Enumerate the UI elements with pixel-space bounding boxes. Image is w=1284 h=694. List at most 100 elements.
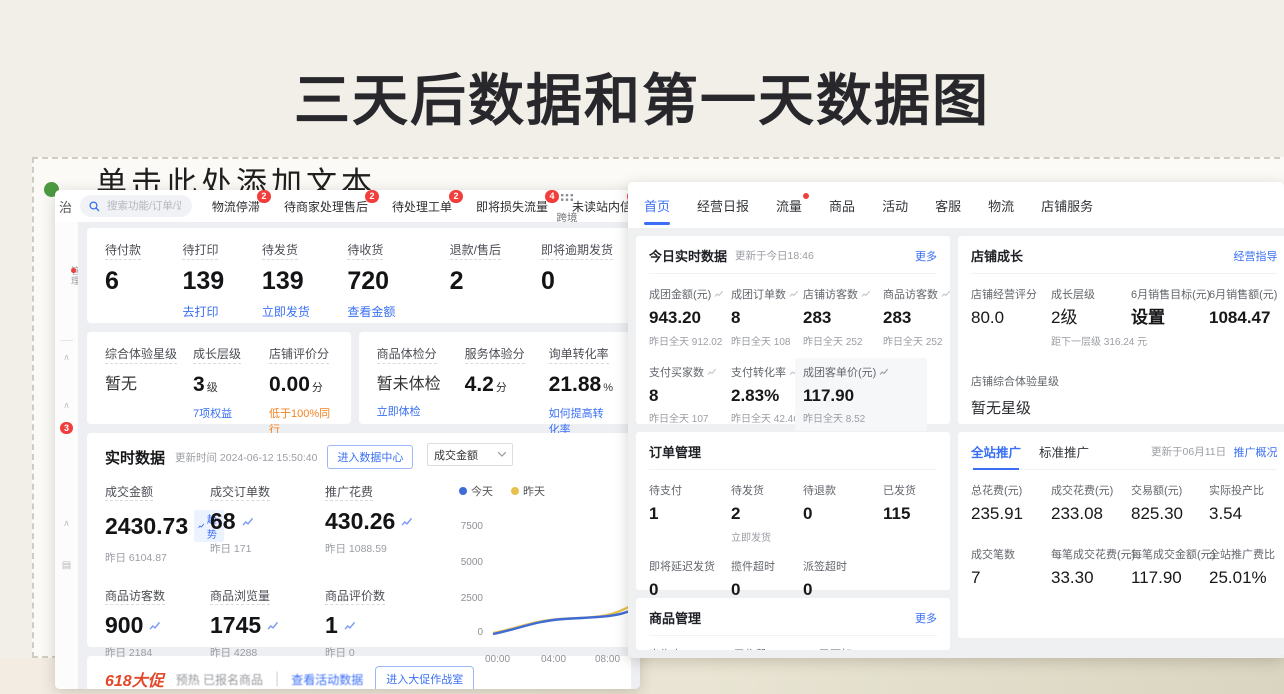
stat-to-ship: 待发货2立即发货: [731, 482, 803, 544]
view-amount-link[interactable]: 查看金额: [347, 303, 449, 320]
tab-customer-service[interactable]: 客服: [935, 196, 961, 215]
trend-icon: [861, 290, 871, 298]
red-dot-badge: [803, 193, 809, 199]
tab-activities[interactable]: 活动: [882, 196, 908, 215]
stat-pay-conversion: 支付转化率2.83%昨日全天 42.46%: [731, 364, 803, 426]
goods-offshelf-label: 已下架: [819, 646, 852, 650]
search-bar[interactable]: [80, 195, 192, 217]
legend-yesterday[interactable]: 昨天: [511, 483, 545, 499]
slide-title: 三天后数据和第一天数据图: [0, 56, 1284, 137]
nav-logistics-stalled[interactable]: 物流停滞2: [212, 198, 260, 215]
tab-logistics[interactable]: 物流: [988, 196, 1014, 215]
check-now-link[interactable]: 立即体检: [377, 403, 465, 419]
stat-refund-aftersale: 退款/售后2: [450, 241, 541, 310]
stat-overdue-ship: 即将逾期发货0: [541, 241, 613, 310]
growth-title: 店铺成长: [971, 246, 1023, 265]
rail-red-dot: [71, 268, 76, 273]
tab-home[interactable]: 首页: [644, 196, 670, 215]
promo-overview-link[interactable]: 推广概况: [1233, 444, 1277, 460]
trend-icon: [941, 290, 951, 298]
tab-shop-services[interactable]: 店铺服务: [1041, 196, 1093, 215]
badge-count: 2: [257, 190, 271, 203]
trend-icon[interactable]: [401, 517, 413, 527]
stat-total-cost: 总花费(元)235.91: [971, 482, 1051, 524]
slide-canvas: 三天后数据和第一天数据图 单击此处添加文本 治 物流停滞2 待商家处理售后2 待…: [0, 0, 1284, 694]
promo-button[interactable]: 进入大促作战室: [375, 666, 474, 689]
tab-products[interactable]: 商品: [829, 196, 855, 215]
today-realtime-card: 今日实时数据 更新于今日18:46 更多 成团金额(元)943.20昨日全天 9…: [636, 236, 950, 424]
stat-shop-score: 店铺经营评分80.0: [971, 286, 1051, 348]
stat-pending-print: 待打印139去打印: [182, 241, 261, 310]
order-management-card: 订单管理 待支付1 待发货2立即发货 待退款0 已发货115 即将延迟发货0 揽…: [636, 432, 950, 590]
stat-growth-level: 成长层级3级7项权益: [193, 345, 269, 411]
rail-chevron-up-icon[interactable]: ∧: [55, 400, 78, 411]
ship-now-link[interactable]: 立即发货: [731, 529, 803, 544]
promo-updated: 更新于06月11日: [1151, 444, 1226, 459]
trend-icon: [198, 522, 205, 530]
rail-tool-icon[interactable]: ▤: [55, 560, 78, 571]
trend-icon: [789, 290, 799, 298]
realtime-metrics: 成交金额 2430.73 趋势 昨日 6104.87 成交订单数 68 昨日 1…: [105, 483, 457, 660]
nav-traffic-loss[interactable]: 即将损失流量4: [476, 198, 548, 215]
stat-pending-payment: 待付款6: [105, 241, 182, 310]
goods-more-link[interactable]: 更多: [915, 610, 937, 626]
data-center-button[interactable]: 进入数据中心: [327, 445, 413, 469]
stat-shop-rating: 店铺评价分0.00分低于100%同行: [269, 345, 333, 411]
experience-row: 综合体验星级暂无 成长层级3级7项权益 店铺评价分0.00分低于100%同行 商…: [87, 332, 631, 424]
trend-icon[interactable]: [242, 517, 254, 527]
stat-unpaid: 待支付1: [649, 482, 731, 544]
rail-badge: 3: [60, 422, 73, 434]
nav-pending-workorder[interactable]: 待处理工单2: [392, 198, 452, 215]
goods-soldout-label: 已售罄: [734, 646, 767, 650]
left-dashboard-window: 治 物流停滞2 待商家处理售后2 待处理工单2 即将损失流量4 未读站内信68 …: [55, 190, 640, 689]
promo-badge: 618大促: [105, 667, 164, 689]
stat-shop-visitors: 店铺访客数283昨日全天 252: [803, 286, 883, 348]
stat-deal-orders: 成团订单数8昨日全天 108: [731, 286, 803, 348]
corner-widget[interactable]: 跨境: [552, 191, 582, 225]
stat-pending-ship: 待发货139立即发货: [262, 241, 347, 310]
set-target-link[interactable]: 设置: [1131, 309, 1209, 328]
stat-delivery-timeout: 派签超时0: [803, 558, 937, 600]
metric-visitors: 商品访客数 900 昨日 2184: [105, 587, 210, 660]
stat-deal-amount: 成团金额(元)943.20昨日全天 912.02: [649, 286, 731, 348]
stat-late-ship: 即将延迟发货0: [649, 558, 731, 600]
legend-today[interactable]: 今天: [459, 483, 493, 499]
tab-sitewide-promo[interactable]: 全站推广: [971, 442, 1021, 461]
guidance-link[interactable]: 经营指导: [1233, 248, 1277, 264]
tab-traffic[interactable]: 流量: [776, 196, 802, 215]
rail-chevron-up-icon[interactable]: ∧: [55, 518, 78, 529]
stat-pending-receive: 待收货720查看金额: [347, 241, 449, 310]
todo-stats-card: 待付款6 待打印139去打印 待发货139立即发货 待收货720查看金额 退款/…: [87, 228, 631, 323]
tab-standard-promo[interactable]: 标准推广: [1039, 442, 1089, 461]
stat-growth-level: 成长层级2级距下一层级 316.24 元: [1051, 286, 1131, 348]
trend-icon: [707, 368, 717, 376]
stat-promo-fee-ratio: 全站推广费比25.01%: [1209, 546, 1277, 588]
today-more-link[interactable]: 更多: [915, 248, 937, 264]
stat-shipped: 已发货115: [883, 482, 937, 544]
orders-title: 订单管理: [649, 442, 701, 461]
trend-icon[interactable]: [267, 621, 279, 631]
metric-reviews: 商品评价数 1 昨日 0: [325, 587, 457, 660]
left-side-rail: 管理 ∧ ∧ 3 ∧ ▤: [55, 222, 79, 689]
trend-icon[interactable]: [149, 621, 161, 631]
tab-daily-report[interactable]: 经营日报: [697, 196, 749, 215]
badge-count: 2: [449, 190, 463, 203]
search-input[interactable]: [105, 199, 183, 213]
rail-chevron-up-icon[interactable]: ∧: [55, 352, 78, 363]
trend-icon: [879, 368, 889, 376]
app-logo: 治: [59, 197, 72, 216]
stat-transaction-amount: 交易额(元)825.30: [1131, 482, 1209, 524]
stat-product-check: 商品体检分暂未体检立即体检: [377, 345, 465, 411]
metric-select[interactable]: 成交金额: [427, 443, 513, 466]
metric-gmv: 成交金额 2430.73 趋势 昨日 6104.87: [105, 483, 210, 565]
go-print-link[interactable]: 去打印: [182, 303, 261, 320]
grid-icon: [561, 194, 573, 204]
trend-icon[interactable]: [344, 621, 356, 631]
badge-count: 2: [365, 190, 379, 203]
stat-amount-per-deal: 每笔成交金额(元)117.90: [1131, 546, 1209, 588]
rights-link[interactable]: 7项权益: [193, 405, 269, 421]
search-icon: [89, 201, 100, 212]
nav-pending-aftersale[interactable]: 待商家处理售后2: [284, 198, 368, 215]
ship-now-link[interactable]: 立即发货: [262, 303, 347, 320]
promo-link[interactable]: 查看活动数据: [291, 671, 363, 688]
